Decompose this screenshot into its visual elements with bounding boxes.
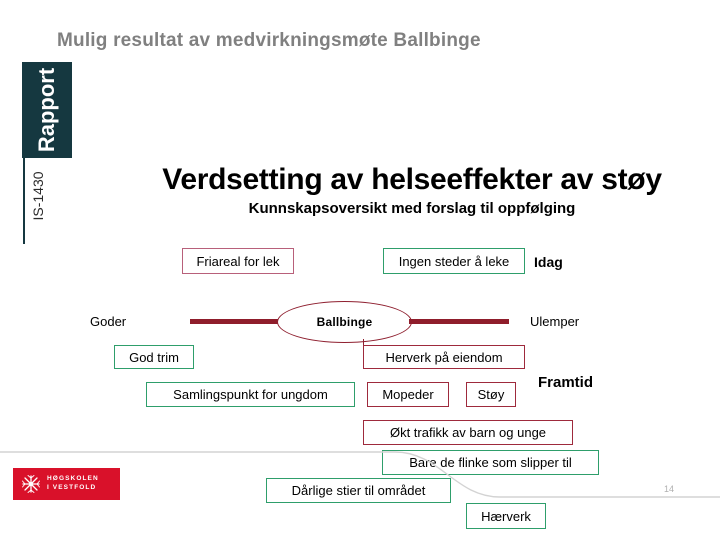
report-spine-block: Rapport: [22, 62, 72, 158]
report-spine-label: Rapport: [34, 67, 59, 153]
snowflake-emblem-icon: [22, 475, 40, 493]
report-cover-subtitle: Kunnskapsoversikt med forslag til oppføl…: [248, 200, 576, 217]
logo-line-2: I VESTFOLD: [47, 484, 97, 491]
logo-line-1: HØGSKOLEN: [47, 475, 99, 483]
mindmap-box-mopeder[interactable]: Mopeder: [367, 382, 449, 407]
mindmap-box-herverk-pa-eiendom[interactable]: Herverk på eiendom: [363, 345, 525, 369]
mindmap-box-stoy[interactable]: Støy: [466, 382, 516, 407]
report-code: IS-1430: [8, 166, 68, 226]
axis-label-goder: Goder: [90, 314, 127, 329]
axis-label-ulemper: Ulemper: [530, 314, 580, 329]
report-cover-title: Verdsetting av helseeffekter av støy: [162, 163, 662, 196]
mindmap-box-bare-de-flinke[interactable]: Bare de flinke som slipper til: [382, 450, 599, 475]
report-code-label: IS-1430: [30, 171, 46, 221]
slide-canvas: Mulig resultat av medvirkningsmøte Ballb…: [0, 0, 720, 540]
timeframe-label-future: Framtid: [538, 374, 594, 391]
spine-left: [190, 319, 280, 324]
mindmap-box-darlige-stier[interactable]: Dårlige stier til området: [266, 478, 451, 503]
mindmap-box-god-trim[interactable]: God trim: [114, 345, 194, 369]
institution-logo: HØGSKOLEN I VESTFOLD: [13, 468, 120, 500]
page-number: 14: [664, 484, 675, 494]
page-title: Mulig resultat av medvirkningsmøte Ballb…: [57, 30, 481, 51]
timeframe-label-now: Idag: [534, 254, 563, 270]
institution-logo-text: HØGSKOLEN I VESTFOLD: [47, 475, 99, 493]
mindmap-box-friareal[interactable]: Friareal for lek: [182, 248, 294, 274]
mindmap-box-samlingspunkt[interactable]: Samlingspunkt for ungdom: [146, 382, 355, 407]
mindmap-box-ingen-steder[interactable]: Ingen steder å leke: [383, 248, 525, 274]
mindmap-box-haerverk[interactable]: Hærverk: [466, 503, 546, 529]
mindmap-box-okt-trafikk[interactable]: Økt trafikk av barn og unge: [363, 420, 573, 445]
spine-right: [409, 319, 509, 324]
mindmap-center-node[interactable]: Ballbinge: [277, 301, 412, 343]
